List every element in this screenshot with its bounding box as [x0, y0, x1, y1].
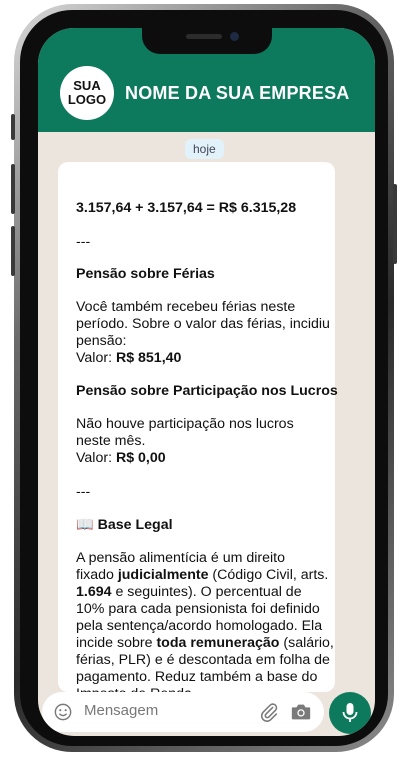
speaker-grille	[186, 34, 222, 39]
power-button	[393, 184, 397, 264]
mute-switch	[11, 114, 15, 140]
text-line: período. Sobre o valor das férias, incid…	[76, 316, 330, 332]
message-input[interactable]: Mensagem	[84, 702, 158, 719]
volume-down-button	[11, 226, 15, 276]
section-title-plr: Pensão sobre Participação nos Lucros	[76, 383, 338, 399]
bold-span: toda remuneração	[156, 635, 280, 651]
company-name[interactable]: NOME DA SUA EMPRESA	[125, 83, 350, 104]
text-span: fixado	[76, 567, 118, 583]
value-label: Valor:	[76, 350, 116, 366]
logo-text-line2: LOGO	[67, 92, 107, 107]
text-line: incide sobre toda remuneração (salário,	[76, 635, 334, 652]
text-line: fixado judicialmente (Código Civil, arts…	[76, 567, 328, 584]
volume-up-button	[11, 164, 15, 214]
phone-frame: SUA LOGO NOME DA SUA EMPRESA hoje 3.157,…	[11, 4, 397, 752]
text-line: A pensão alimentícia é um direito	[76, 550, 285, 566]
text-line: neste mês.	[76, 433, 146, 449]
text-span: (salário,	[279, 635, 334, 651]
value-amount: R$ 851,40	[115, 350, 182, 366]
text-line: férias, PLR) e é descontada em folha de	[76, 652, 330, 668]
value-line-ferias: Valor: R$ 851,40	[76, 350, 181, 367]
microphone-icon	[342, 703, 358, 722]
bold-span: 1.694	[76, 584, 112, 600]
bold-span: judicialmente	[117, 567, 209, 583]
microphone-button[interactable]	[329, 692, 371, 734]
date-chip: hoje	[185, 139, 224, 159]
text-span: incide sobre	[76, 635, 157, 651]
text-line: Você também recebeu férias neste	[76, 299, 296, 315]
sum-line: 3.157,64 + 3.157,64 = R$ 6.315,28	[76, 200, 297, 216]
logo-text-line1: SUA	[73, 78, 101, 93]
text-line: pela sentença/acordo homologado. Ela	[76, 618, 323, 634]
text-line: Não houve participação nos lucros	[76, 416, 294, 432]
section-title-base-legal: 📖 Base Legal	[76, 517, 173, 534]
front-camera	[230, 32, 239, 41]
text-line: pagamento. Reduz também a base do	[76, 669, 318, 685]
value-label: Valor:	[76, 450, 116, 466]
divider-line: ---	[76, 234, 91, 250]
text-line: 1.694 e seguintes). O percentual de	[76, 584, 302, 601]
message-bubble: 3.157,64 + 3.157,64 = R$ 6.315,28 --- Pe…	[58, 162, 338, 702]
section-title-ferias: Pensão sobre Férias	[76, 266, 215, 282]
phone-screen: SUA LOGO NOME DA SUA EMPRESA hoje 3.157,…	[38, 28, 375, 736]
message-input-bar[interactable]: Mensagem	[42, 692, 324, 732]
value-line-plr: Valor: R$ 0,00	[76, 450, 166, 467]
text-line: pensão:	[76, 333, 127, 349]
divider-line: ---	[76, 484, 91, 500]
text-span: (Código Civil, arts.	[208, 567, 329, 583]
company-logo-avatar[interactable]: SUA LOGO	[60, 66, 114, 120]
value-amount: R$ 0,00	[115, 450, 166, 466]
emoji-icon[interactable]	[54, 703, 72, 721]
camera-icon[interactable]	[290, 702, 312, 722]
notch	[142, 28, 272, 54]
base-legal-title: Base Legal	[97, 517, 173, 533]
book-icon: 📖	[76, 517, 94, 533]
text-line: 10% para cada pensionista foi definido	[76, 601, 320, 617]
paperclip-icon[interactable]	[258, 701, 280, 723]
text-span: e seguintes). O percentual de	[111, 584, 302, 600]
